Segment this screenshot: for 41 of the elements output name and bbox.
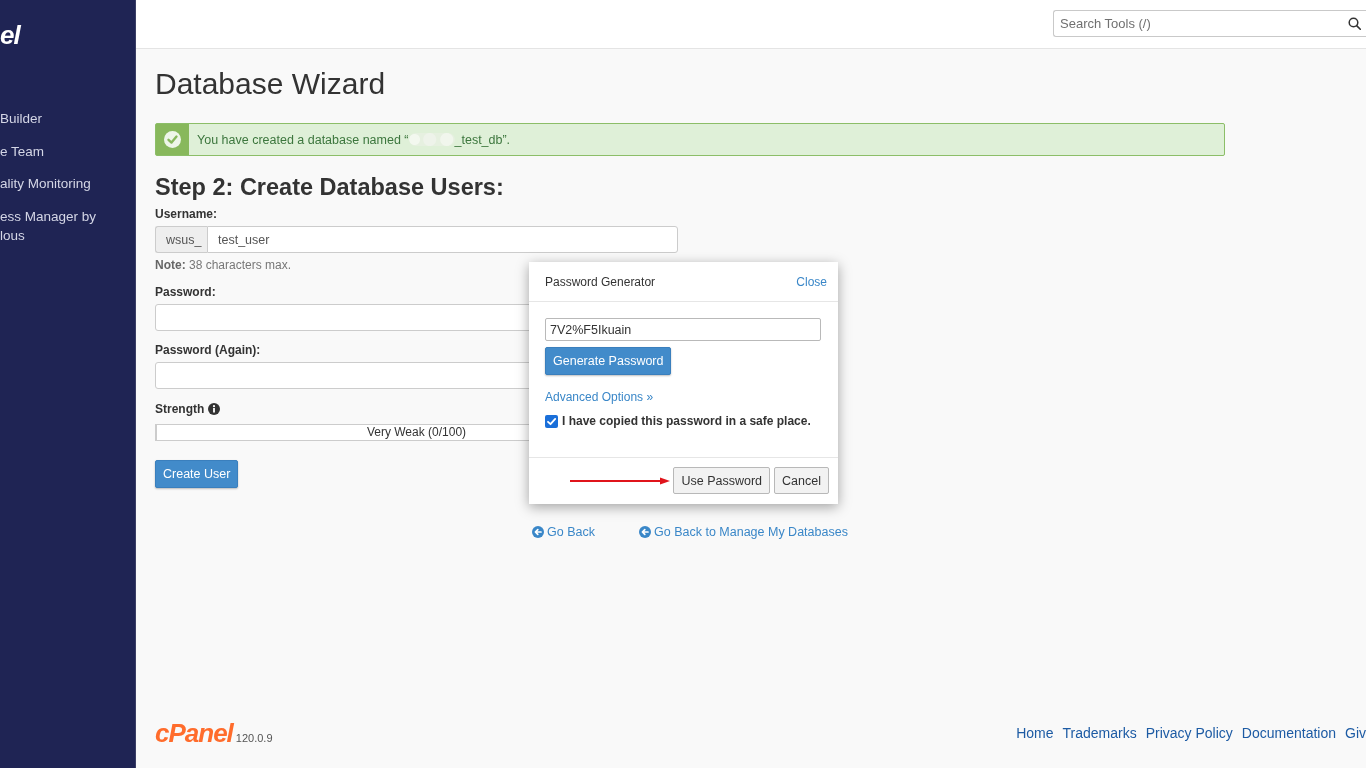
alert-message: You have created a database named “: [197, 132, 409, 147]
alert-message: _test_db”.: [454, 132, 511, 147]
close-link[interactable]: Close: [796, 274, 827, 289]
logo: el: [0, 22, 20, 48]
search-field[interactable]: Search Tools (/): [1053, 10, 1366, 37]
checkbox-label: I have copied this password in a safe place.: [562, 414, 811, 428]
footer-link[interactable]: Trademarks: [1062, 724, 1137, 742]
page-title: Database Wizard: [155, 66, 386, 102]
create-user-button[interactable]: Create User: [155, 460, 239, 488]
back-arrow-icon: [532, 526, 545, 538]
back-arrow-icon: [639, 526, 652, 538]
sidebar-item[interactable]: ality Monitoring: [0, 174, 112, 193]
go-back-link[interactable]: Go Back: [532, 524, 596, 540]
cancel-button[interactable]: Cancel: [774, 467, 829, 494]
strength-reading: Very Weak (0/100): [366, 425, 467, 440]
footer-link[interactable]: Home: [1016, 724, 1054, 742]
dialog-title: Password Generator: [545, 274, 656, 289]
sidebar-item[interactable]: e Team: [0, 141, 112, 161]
sidebar-item[interactable]: Builder: [0, 109, 112, 128]
username-field[interactable]: test_user: [207, 226, 678, 253]
search-icon: [1348, 17, 1361, 30]
field-note: Note: 38 characters max.: [155, 257, 292, 273]
info-icon: [208, 403, 221, 415]
step-title: Step 2: Create Database Users:: [155, 173, 504, 202]
advanced-options-link[interactable]: Advanced Options »: [545, 390, 654, 404]
username-prefix: wsus_: [155, 226, 207, 253]
checkbox[interactable]: [545, 414, 558, 428]
manage-databases-link[interactable]: Go Back to Manage My Databases: [639, 524, 848, 540]
use-password-button[interactable]: Use Password: [673, 467, 771, 494]
footer-link[interactable]: Giv: [1345, 724, 1366, 742]
logo: cPanel: [155, 720, 233, 746]
sidebar-item[interactable]: ess Manager by lous: [0, 206, 112, 245]
generated-password-field[interactable]: 7V2%F5Ikuain: [545, 318, 821, 341]
strength-label: Strength: [155, 402, 205, 416]
footer-link[interactable]: Documentation: [1241, 724, 1336, 742]
version-text: 120.0.9: [235, 731, 273, 745]
field-label: Password:: [155, 284, 216, 300]
footer-link[interactable]: Privacy Policy: [1145, 724, 1233, 742]
field-label: Password (Again):: [155, 342, 261, 358]
generate-password-button[interactable]: Generate Password: [545, 347, 672, 375]
field-label: Username:: [155, 206, 218, 222]
